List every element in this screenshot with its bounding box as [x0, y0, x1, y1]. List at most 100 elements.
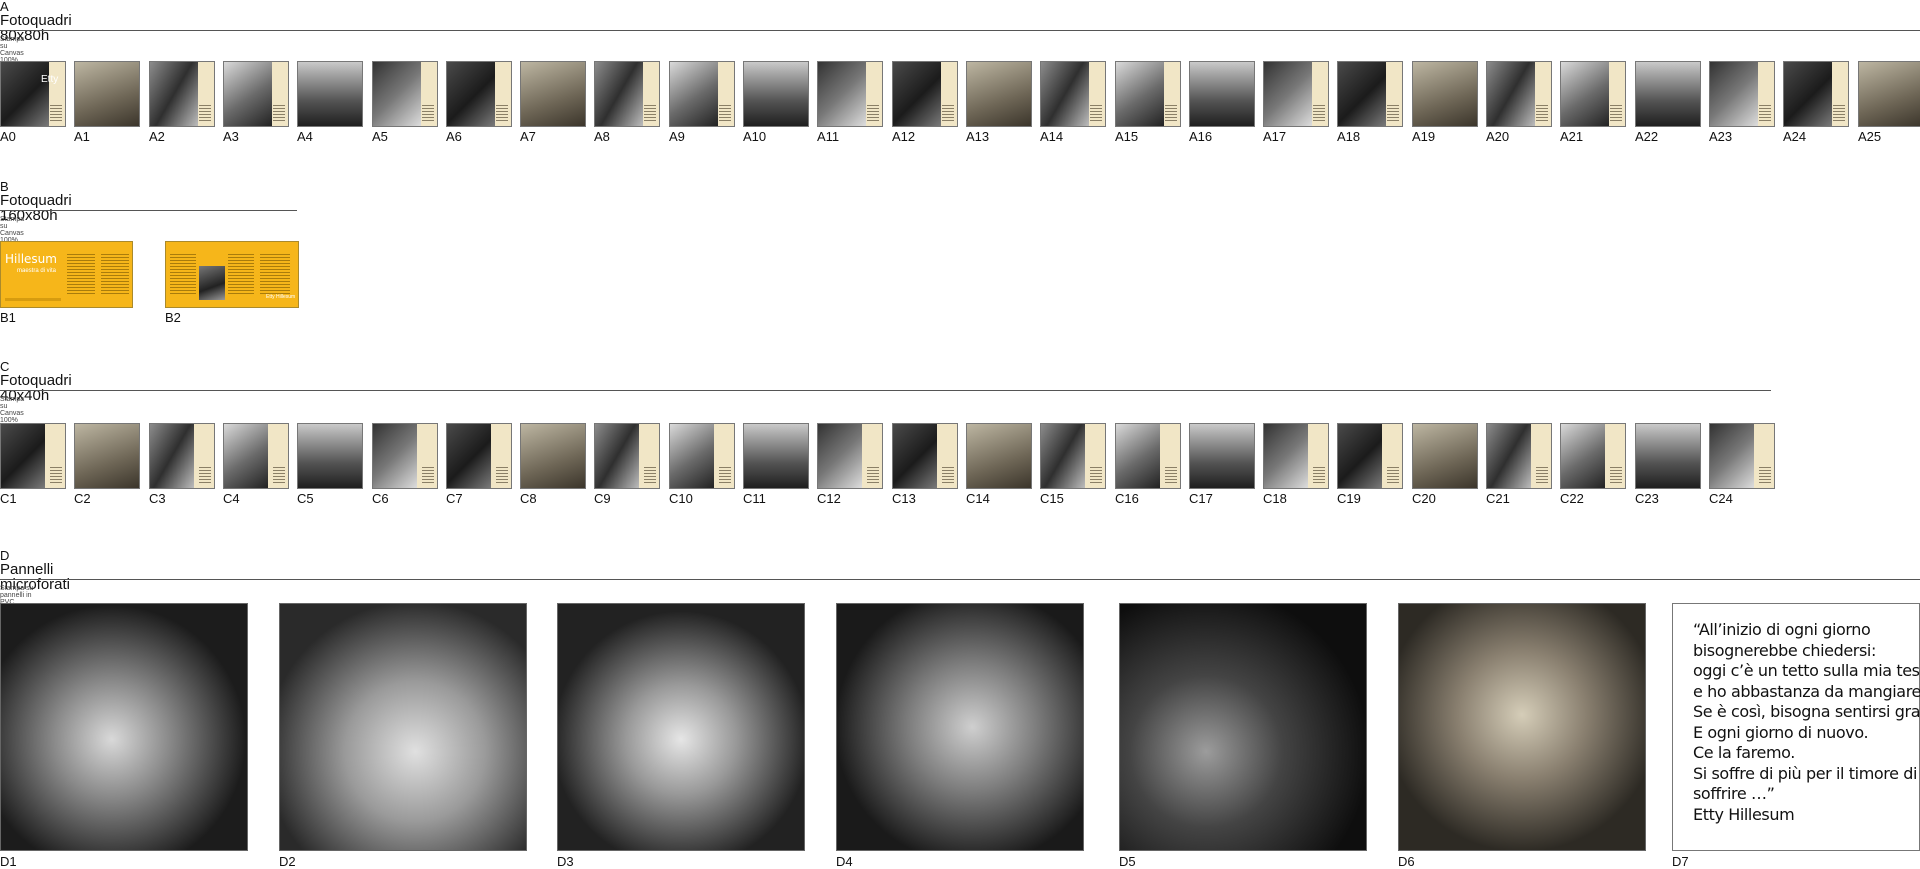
b1-text-col-2	[101, 254, 129, 296]
a-label: A11	[817, 129, 840, 144]
caption-text	[422, 465, 434, 483]
b2-text-col-2	[228, 254, 254, 296]
caption-text	[1313, 465, 1325, 483]
photo	[893, 62, 941, 126]
a-label: A12	[892, 129, 916, 144]
a-thumbnail	[1263, 61, 1329, 127]
caption-text	[867, 103, 879, 121]
photo	[1561, 62, 1609, 126]
photo	[1710, 424, 1754, 488]
a-label: A16	[1189, 129, 1213, 144]
photo	[447, 62, 495, 126]
caption-text	[422, 103, 434, 121]
quote-line: soffrire …”	[1693, 784, 1775, 803]
c-label: C4	[223, 491, 240, 506]
photo	[150, 424, 194, 488]
c-thumbnail	[372, 423, 438, 489]
c-thumbnail	[223, 423, 289, 489]
c-thumbnail	[892, 423, 958, 489]
c-label: C19	[1337, 491, 1361, 506]
b1-subtitle: maestra di vita	[17, 268, 57, 274]
a-label: A19	[1412, 129, 1436, 144]
caption-text	[719, 465, 731, 483]
c-thumbnail	[1709, 423, 1775, 489]
a-thumbnail	[1115, 61, 1181, 127]
photo	[818, 62, 866, 126]
b1-text-col-1	[67, 254, 95, 296]
quote-line: “All’inizio di ogni giorno	[1693, 620, 1871, 639]
c-thumbnail	[1486, 423, 1552, 489]
a-thumbnail	[297, 61, 363, 127]
photo	[1561, 424, 1605, 488]
caption-text	[273, 103, 285, 121]
panel-b2: Etty Hillesum	[165, 241, 299, 308]
photo-panel-d1	[0, 603, 248, 851]
caption-text	[50, 465, 62, 483]
photo	[521, 62, 585, 126]
caption-text	[1536, 465, 1548, 483]
caption-text	[942, 103, 954, 121]
section-rule	[0, 30, 1920, 31]
c-thumbnail	[1560, 423, 1626, 489]
c-label: C10	[669, 491, 693, 506]
c-label: C2	[74, 491, 91, 506]
a-thumbnail	[594, 61, 660, 127]
quote-line: bisognerebbe chiedersi:	[1693, 640, 1876, 660]
caption-text	[644, 465, 656, 483]
a-label: A15	[1115, 129, 1139, 144]
quote-line: Etty Hillesum	[1693, 804, 1795, 824]
photo	[818, 424, 862, 488]
photo	[1190, 424, 1254, 488]
c-thumbnail	[1189, 423, 1255, 489]
caption-text	[273, 465, 285, 483]
c-thumbnail	[0, 423, 66, 489]
caption-text	[1387, 103, 1399, 121]
c-label: C7	[446, 491, 463, 506]
caption-text	[199, 103, 211, 121]
a-label: A2	[149, 129, 165, 144]
caption-text	[942, 465, 954, 483]
caption-text	[1165, 103, 1177, 121]
c-thumbnail	[743, 423, 809, 489]
a-thumbnail	[1189, 61, 1255, 127]
photo	[595, 424, 639, 488]
photo	[1041, 62, 1089, 126]
c-label: C20	[1412, 491, 1436, 506]
a-label: A21	[1560, 129, 1584, 144]
caption-text	[1610, 465, 1622, 483]
c-label: C14	[966, 491, 990, 506]
c-thumbnail	[594, 423, 660, 489]
a-label: A1	[74, 129, 90, 144]
c-label: C16	[1115, 491, 1139, 506]
photo-panel-d2	[279, 603, 527, 851]
b2-text-col-1	[170, 254, 196, 296]
c-label: C18	[1263, 491, 1287, 506]
a-label: A5	[372, 129, 388, 144]
label-d2: D2	[279, 854, 296, 869]
a-thumbnail	[1858, 61, 1920, 127]
photo	[1636, 62, 1700, 126]
caption-text	[1165, 465, 1177, 483]
quote-line: oggi c’è un tetto sulla mia testa	[1693, 661, 1920, 680]
quote-line: Ce la faremo.	[1693, 743, 1795, 762]
photo	[744, 424, 808, 488]
quote-line: Si soffre di più per il timore di	[1693, 763, 1918, 783]
photo	[1859, 62, 1920, 126]
photo	[224, 62, 272, 126]
photo	[1116, 62, 1164, 126]
photo	[298, 424, 362, 488]
c-label: C21	[1486, 491, 1510, 506]
c-thumbnail	[1115, 423, 1181, 489]
a-label: A13	[966, 129, 990, 144]
label-b2: B2	[165, 310, 181, 325]
c-label: C15	[1040, 491, 1064, 506]
c-label: C5	[297, 491, 314, 506]
caption-text	[644, 103, 656, 121]
caption-text	[1759, 465, 1771, 483]
a-label: A9	[669, 129, 685, 144]
photo	[670, 424, 714, 488]
a-label: A25	[1858, 129, 1882, 144]
c-thumbnail	[446, 423, 512, 489]
a-label: A22	[1635, 129, 1659, 144]
b2-text-col-3	[260, 254, 290, 296]
